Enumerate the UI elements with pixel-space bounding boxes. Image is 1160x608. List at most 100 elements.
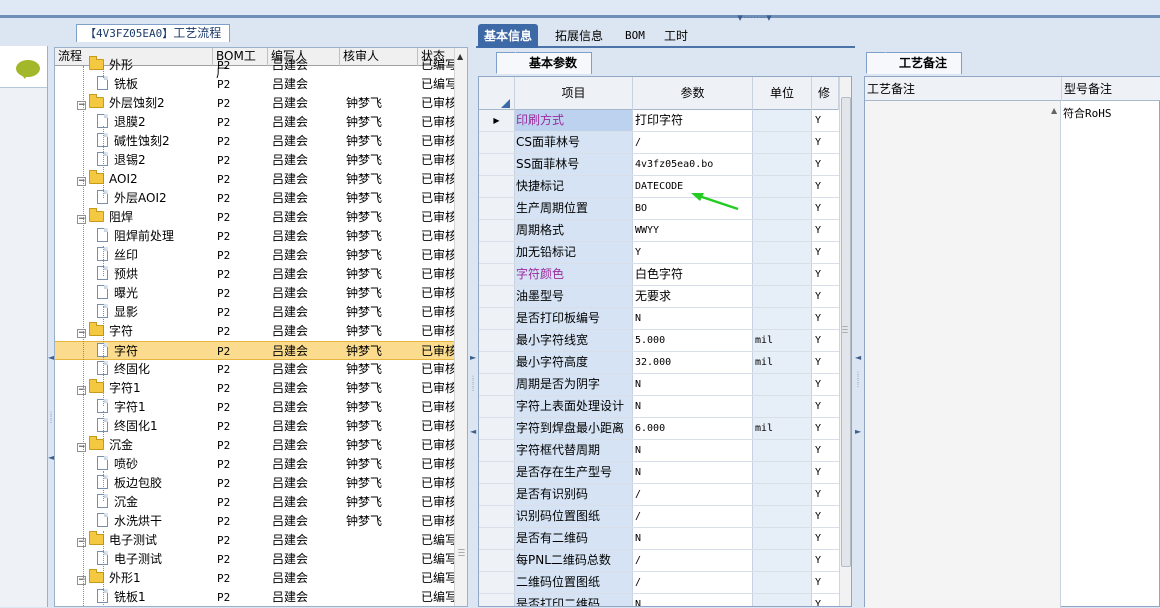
tree-node-name[interactable]: 喷砂 (97, 455, 213, 474)
process-flow-tab[interactable]: 【4V3FZ05EA0】工艺流程 (76, 24, 231, 42)
param-unit-cell[interactable] (753, 572, 812, 593)
param-modify-cell[interactable]: Y (812, 484, 839, 505)
row-indicator[interactable] (479, 418, 515, 439)
tree-row[interactable]: 阻焊前处理 P2 吕建会 钟梦飞 已审核 (55, 227, 455, 246)
param-unit-cell[interactable]: mil (753, 418, 812, 439)
row-indicator[interactable] (479, 198, 515, 219)
param-item-cell[interactable]: 最小字符线宽 (515, 330, 633, 351)
tree-row[interactable]: 喷砂 P2 吕建会 钟梦飞 已审核 (55, 455, 455, 474)
tree-row[interactable]: 板边包胶 P2 吕建会 钟梦飞 已审核 (55, 474, 455, 493)
param-modify-cell[interactable]: Y (812, 198, 839, 219)
tab-extended-info[interactable]: 拓展信息 (549, 24, 609, 48)
tree-scrollbar[interactable]: ▲ — — — (454, 48, 467, 606)
param-item-cell[interactable]: 字符到焊盘最小距离 (515, 418, 633, 439)
param-value-cell[interactable]: 打印字符 (633, 110, 753, 131)
param-modify-cell[interactable]: Y (812, 220, 839, 241)
row-indicator[interactable] (479, 264, 515, 285)
param-item-cell[interactable]: 是否打印板编号 (515, 308, 633, 329)
tree-node-name[interactable]: − 阻焊 (77, 208, 213, 227)
param-unit-cell[interactable] (753, 176, 812, 197)
param-row[interactable]: 最小字符线宽 5.000 mil Y (479, 330, 839, 352)
row-indicator[interactable] (479, 396, 515, 417)
collapse-node-icon[interactable]: − (77, 576, 86, 585)
param-row[interactable]: 识别码位置图纸 / Y (479, 506, 839, 528)
tree-node-name[interactable]: − 外形1 (77, 569, 213, 588)
tree-row[interactable]: 丝印 P2 吕建会 钟梦飞 已审核 (55, 246, 455, 265)
param-modify-cell[interactable]: Y (812, 572, 839, 593)
tree-row[interactable]: 预烘 P2 吕建会 钟梦飞 已审核 (55, 265, 455, 284)
param-item-cell[interactable]: 是否存在生产型号 (515, 462, 633, 483)
param-row[interactable]: 字符框代替周期 N Y (479, 440, 839, 462)
param-item-cell[interactable]: CS面菲林号 (515, 132, 633, 153)
middle-splitter[interactable]: ► :::: ◄ (470, 46, 476, 607)
param-item-cell[interactable]: 加无铅标记 (515, 242, 633, 263)
param-value-cell[interactable]: N (633, 396, 753, 417)
param-row[interactable]: 油墨型号 无要求 Y (479, 286, 839, 308)
tree-row[interactable]: 铣板 P2 吕建会 已编写 (55, 75, 455, 94)
param-value-cell[interactable]: / (633, 572, 753, 593)
tree-node-name[interactable]: 阻焊前处理 (97, 227, 213, 246)
param-unit-cell[interactable] (753, 286, 812, 307)
param-modify-cell[interactable]: Y (812, 264, 839, 285)
param-unit-cell[interactable] (753, 396, 812, 417)
param-item-cell[interactable]: 最小字符高度 (515, 352, 633, 373)
tree-row[interactable]: 曝光 P2 吕建会 钟梦飞 已审核 (55, 284, 455, 303)
tab-basic-params[interactable]: 基本参数 (496, 52, 593, 74)
row-indicator[interactable] (479, 550, 515, 571)
col-header-item[interactable]: 项目 (515, 77, 633, 110)
tree-node-name[interactable]: 铣板 (97, 75, 213, 94)
param-unit-cell[interactable] (753, 374, 812, 395)
param-row[interactable]: 周期是否为阴字 N Y (479, 374, 839, 396)
param-value-cell[interactable]: 32.000 (633, 352, 753, 373)
tree-row[interactable]: 终固化1 P2 吕建会 钟梦飞 已审核 (55, 417, 455, 436)
param-value-cell[interactable]: N (633, 528, 753, 549)
col-header-model-remark[interactable]: 型号备注 (1062, 77, 1160, 101)
param-unit-cell[interactable] (753, 264, 812, 285)
param-modify-cell[interactable]: Y (812, 286, 839, 307)
param-item-cell[interactable]: 字符颜色 (515, 264, 633, 285)
tree-row[interactable]: 终固化 P2 吕建会 钟梦飞 已审核 (55, 360, 455, 379)
tree-node-name[interactable]: 铣板1 (97, 588, 213, 606)
tree-row[interactable]: 水洗烘干 P2 吕建会 钟梦飞 已审核 (55, 512, 455, 531)
row-indicator[interactable] (479, 352, 515, 373)
param-value-cell[interactable]: 4v3fz05ea0.bo (633, 154, 753, 175)
expand-params-icon[interactable]: ► (855, 428, 861, 436)
tree-row[interactable]: − 电子测试 P2 吕建会 已编写 (55, 531, 455, 550)
param-row[interactable]: 是否有识别码 / Y (479, 484, 839, 506)
param-value-cell[interactable]: 5.000 (633, 330, 753, 351)
param-unit-cell[interactable] (753, 594, 812, 606)
param-value-cell[interactable]: Y (633, 242, 753, 263)
col-header-process-remark[interactable]: 工艺备注 (865, 77, 1062, 101)
collapse-node-icon[interactable]: − (77, 215, 86, 224)
param-row[interactable]: 是否有二维码 N Y (479, 528, 839, 550)
param-item-cell[interactable]: 生产周期位置 (515, 198, 633, 219)
tree-node-name[interactable]: −外形 (77, 56, 213, 75)
param-row[interactable]: 快捷标记 DATECODE Y (479, 176, 839, 198)
tree-row[interactable]: 字符1 P2 吕建会 钟梦飞 已审核 (55, 398, 455, 417)
param-unit-cell[interactable] (753, 154, 812, 175)
param-row[interactable]: 是否打印二维码 N Y (479, 594, 839, 606)
row-indicator[interactable] (479, 440, 515, 461)
param-modify-cell[interactable]: Y (812, 352, 839, 373)
right-splitter[interactable]: ◄ :::: ► (855, 46, 861, 607)
collapse-grip-icon[interactable]: ▼·······▼ (725, 15, 785, 22)
param-item-cell[interactable]: 字符上表面处理设计 (515, 396, 633, 417)
param-value-cell[interactable]: N (633, 374, 753, 395)
param-item-cell[interactable]: 是否有识别码 (515, 484, 633, 505)
row-indicator[interactable] (479, 462, 515, 483)
tree-row[interactable]: − 沉金 P2 吕建会 钟梦飞 已审核 (55, 436, 455, 455)
param-row[interactable]: 字符上表面处理设计 N Y (479, 396, 839, 418)
collapse-node-icon[interactable]: − (77, 101, 86, 110)
param-modify-cell[interactable]: Y (812, 154, 839, 175)
param-item-cell[interactable]: 字符框代替周期 (515, 440, 633, 461)
collapse-params-icon[interactable]: ◄ (855, 354, 861, 362)
tree-row-selected[interactable]: 字符 P2 吕建会 钟梦飞 已审核 (55, 341, 455, 360)
param-row[interactable]: 是否存在生产型号 N Y (479, 462, 839, 484)
tab-work-hours[interactable]: 工时 (658, 24, 694, 48)
tree-row[interactable]: − 外形1 P2 吕建会 已编写 (55, 569, 455, 588)
param-value-cell[interactable]: / (633, 132, 753, 153)
param-value-cell[interactable]: 白色字符 (633, 264, 753, 285)
param-value-cell[interactable]: N (633, 308, 753, 329)
param-unit-cell[interactable] (753, 242, 812, 263)
param-unit-cell[interactable]: mil (753, 330, 812, 351)
